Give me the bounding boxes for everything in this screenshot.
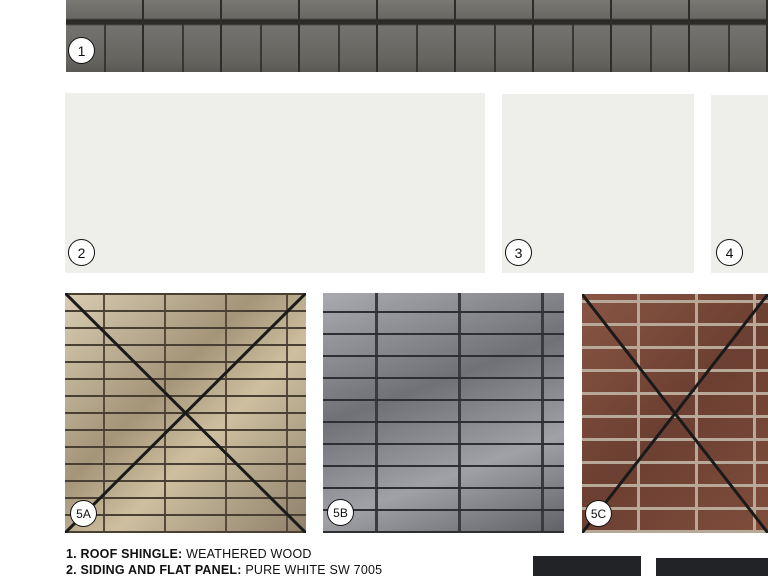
stone-swatch-5b: 5B <box>323 293 564 533</box>
swatch-3: 3 <box>502 94 694 273</box>
badge-1: 1 <box>68 37 95 64</box>
badge-5b: 5B <box>327 499 354 526</box>
cross-out-mark-5a <box>65 293 306 533</box>
dark-swatch-left <box>533 556 641 576</box>
legend-label-2: SIDING AND FLAT PANEL: <box>80 563 242 577</box>
badge-5a: 5A <box>70 500 97 527</box>
legend-num-2: 2. <box>66 563 77 577</box>
siding-swatch-2: 2 <box>65 93 485 273</box>
badge-3: 3 <box>505 239 532 266</box>
dark-swatch-right <box>656 558 768 576</box>
stone-swatch-5a: 5A <box>65 293 306 533</box>
legend-value-2: PURE WHITE SW 7005 <box>245 563 383 577</box>
legend-line-1: 1. ROOF SHINGLE: WEATHERED WOOD <box>66 547 312 561</box>
cross-out-mark-5c <box>582 294 768 533</box>
badge-2: 2 <box>68 239 95 266</box>
roof-shingle-swatch: 1 <box>66 0 768 72</box>
swatch-4: 4 <box>711 95 768 273</box>
legend-value-1: WEATHERED WOOD <box>186 547 312 561</box>
legend-label-1: ROOF SHINGLE: <box>80 547 183 561</box>
legend-num-1: 1. <box>66 547 77 561</box>
badge-5c: 5C <box>585 500 612 527</box>
legend-line-2: 2. SIDING AND FLAT PANEL: PURE WHITE SW … <box>66 563 382 577</box>
brick-swatch-5c: 5C <box>582 294 768 533</box>
badge-4: 4 <box>716 239 743 266</box>
